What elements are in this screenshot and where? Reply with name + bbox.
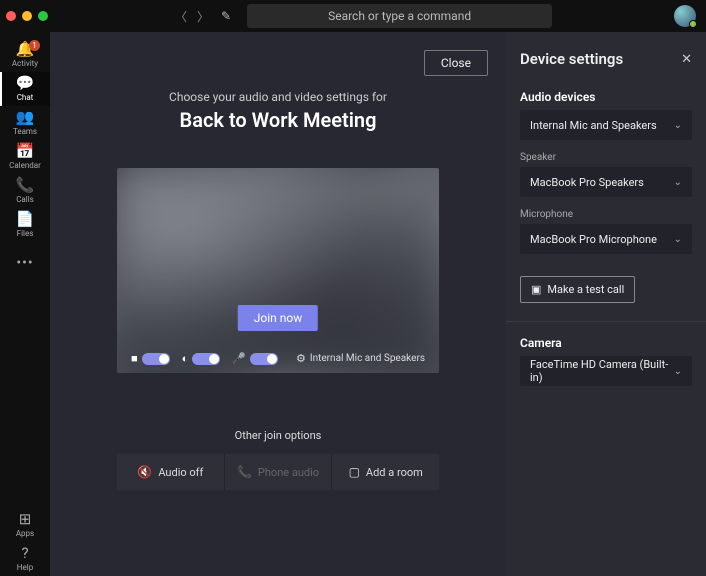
profile-avatar[interactable] (674, 5, 696, 27)
compose-icon[interactable]: ✎ (221, 9, 231, 23)
camera-select[interactable]: FaceTime HD Camera (Built-in) ⌄ (520, 356, 692, 386)
chevron-down-icon: ⌄ (674, 366, 682, 377)
rail-label: Files (17, 229, 34, 238)
app-rail: 🔔 Activity 1 💬 Chat 👥 Teams 📅 Calendar 📞… (0, 32, 50, 576)
forward-icon[interactable]: 〉 (197, 8, 209, 25)
camera-control: ■ (131, 352, 170, 365)
teams-icon: 👥 (16, 110, 35, 125)
rail-item-calendar[interactable]: 📅 Calendar (0, 140, 50, 174)
audio-profile-select[interactable]: Internal Mic and Speakers ⌄ (520, 110, 692, 140)
device-settings-panel: Device settings ✕ Audio devices Internal… (506, 32, 706, 576)
video-preview: Join now ■ ◐ 🎤 (117, 168, 439, 373)
panel-close-icon[interactable]: ✕ (681, 52, 692, 67)
select-value: FaceTime HD Camera (Built-in) (530, 358, 674, 384)
window-minimize-icon[interactable] (22, 11, 32, 21)
search-input[interactable]: Search or type a command (247, 4, 552, 28)
option-label: Phone audio (258, 466, 319, 479)
select-value: Internal Mic and Speakers (530, 119, 657, 132)
rail-label: Chat (17, 93, 34, 102)
rail-item-chat[interactable]: 💬 Chat (0, 72, 50, 106)
microphone-label: Microphone (520, 209, 692, 220)
activity-badge: 1 (29, 40, 40, 51)
audio-devices-label: Audio devices (520, 90, 692, 104)
presence-indicator (689, 20, 697, 28)
chevron-down-icon: ⌄ (674, 120, 682, 131)
chevron-down-icon: ⌄ (674, 234, 682, 245)
rail-item-teams[interactable]: 👥 Teams (0, 106, 50, 140)
option-phone-audio: 📞 Phone audio (224, 454, 332, 490)
help-icon: ? (21, 546, 28, 561)
background-control: ◐ (182, 352, 221, 365)
camera-toggle[interactable] (142, 353, 170, 365)
window-controls (6, 11, 60, 21)
rail-item-help[interactable]: ? Help (0, 542, 50, 576)
device-settings-link[interactable]: ⚙ Internal Mic and Speakers (296, 352, 425, 365)
option-add-room[interactable]: ▢ Add a room (331, 454, 439, 490)
files-icon: 📄 (16, 212, 35, 227)
preview-controls: ■ ◐ 🎤 ⚙ Internal Mic (117, 352, 439, 365)
apps-icon: ⊞ (19, 512, 32, 527)
camera-icon: ■ (131, 352, 138, 365)
panel-title: Device settings (520, 50, 623, 68)
rail-item-apps[interactable]: ⊞ Apps (0, 508, 50, 542)
option-label: Add a room (366, 466, 423, 479)
mic-toggle[interactable] (250, 353, 278, 365)
device-label-text: Internal Mic and Speakers (310, 353, 425, 364)
room-icon: ▢ (349, 465, 360, 479)
speaker-label: Speaker (520, 152, 692, 163)
option-audio-off[interactable]: 🔇 Audio off (117, 454, 224, 490)
panel-divider (506, 321, 706, 322)
camera-section-label: Camera (520, 336, 692, 350)
rail-label: Help (17, 563, 33, 572)
chat-icon: 💬 (16, 76, 35, 91)
rail-label: Teams (13, 127, 37, 136)
join-now-button[interactable]: Join now (238, 305, 318, 331)
mic-icon: 🎤 (232, 352, 246, 365)
window-maximize-icon[interactable] (38, 11, 48, 21)
window-titlebar: 〈 〉 ✎ Search or type a command (0, 0, 706, 32)
speaker-select[interactable]: MacBook Pro Speakers ⌄ (520, 167, 692, 197)
rail-item-files[interactable]: 📄 Files (0, 208, 50, 242)
rail-label: Calendar (9, 161, 41, 170)
window-close-icon[interactable] (6, 11, 16, 21)
prejoin-screen: Close Choose your audio and video settin… (50, 32, 506, 576)
gear-icon: ⚙ (296, 352, 306, 365)
audio-off-icon: 🔇 (137, 465, 152, 479)
test-call-icon: ▣ (531, 283, 541, 296)
option-label: Audio off (158, 466, 203, 479)
select-value: MacBook Pro Microphone (530, 233, 657, 246)
main-area: Close Choose your audio and video settin… (50, 32, 706, 576)
rail-item-more[interactable]: ••• (0, 246, 50, 280)
chevron-down-icon: ⌄ (674, 177, 682, 188)
test-call-label: Make a test call (547, 283, 624, 296)
make-test-call-button[interactable]: ▣ Make a test call (520, 276, 635, 303)
calls-icon: 📞 (16, 178, 35, 193)
back-icon[interactable]: 〈 (175, 8, 187, 25)
select-value: MacBook Pro Speakers (530, 176, 644, 189)
rail-label: Activity (12, 59, 38, 68)
microphone-select[interactable]: MacBook Pro Microphone ⌄ (520, 224, 692, 254)
calendar-icon: 📅 (16, 144, 35, 159)
meeting-title: Back to Work Meeting (180, 108, 377, 132)
rail-label: Calls (16, 195, 34, 204)
phone-icon: 📞 (237, 465, 252, 479)
rail-item-activity[interactable]: 🔔 Activity 1 (0, 38, 50, 72)
rail-item-calls[interactable]: 📞 Calls (0, 174, 50, 208)
background-blur-icon: ◐ (182, 352, 189, 365)
other-join-header: Other join options (235, 429, 322, 442)
background-toggle[interactable] (192, 353, 220, 365)
close-button[interactable]: Close (424, 50, 488, 76)
other-join-options: 🔇 Audio off 📞 Phone audio ▢ Add a room (117, 454, 439, 490)
mic-control: 🎤 (232, 352, 278, 365)
prejoin-subtitle: Choose your audio and video settings for (169, 90, 387, 104)
rail-label: Apps (16, 529, 34, 538)
history-nav: 〈 〉 (175, 8, 209, 25)
